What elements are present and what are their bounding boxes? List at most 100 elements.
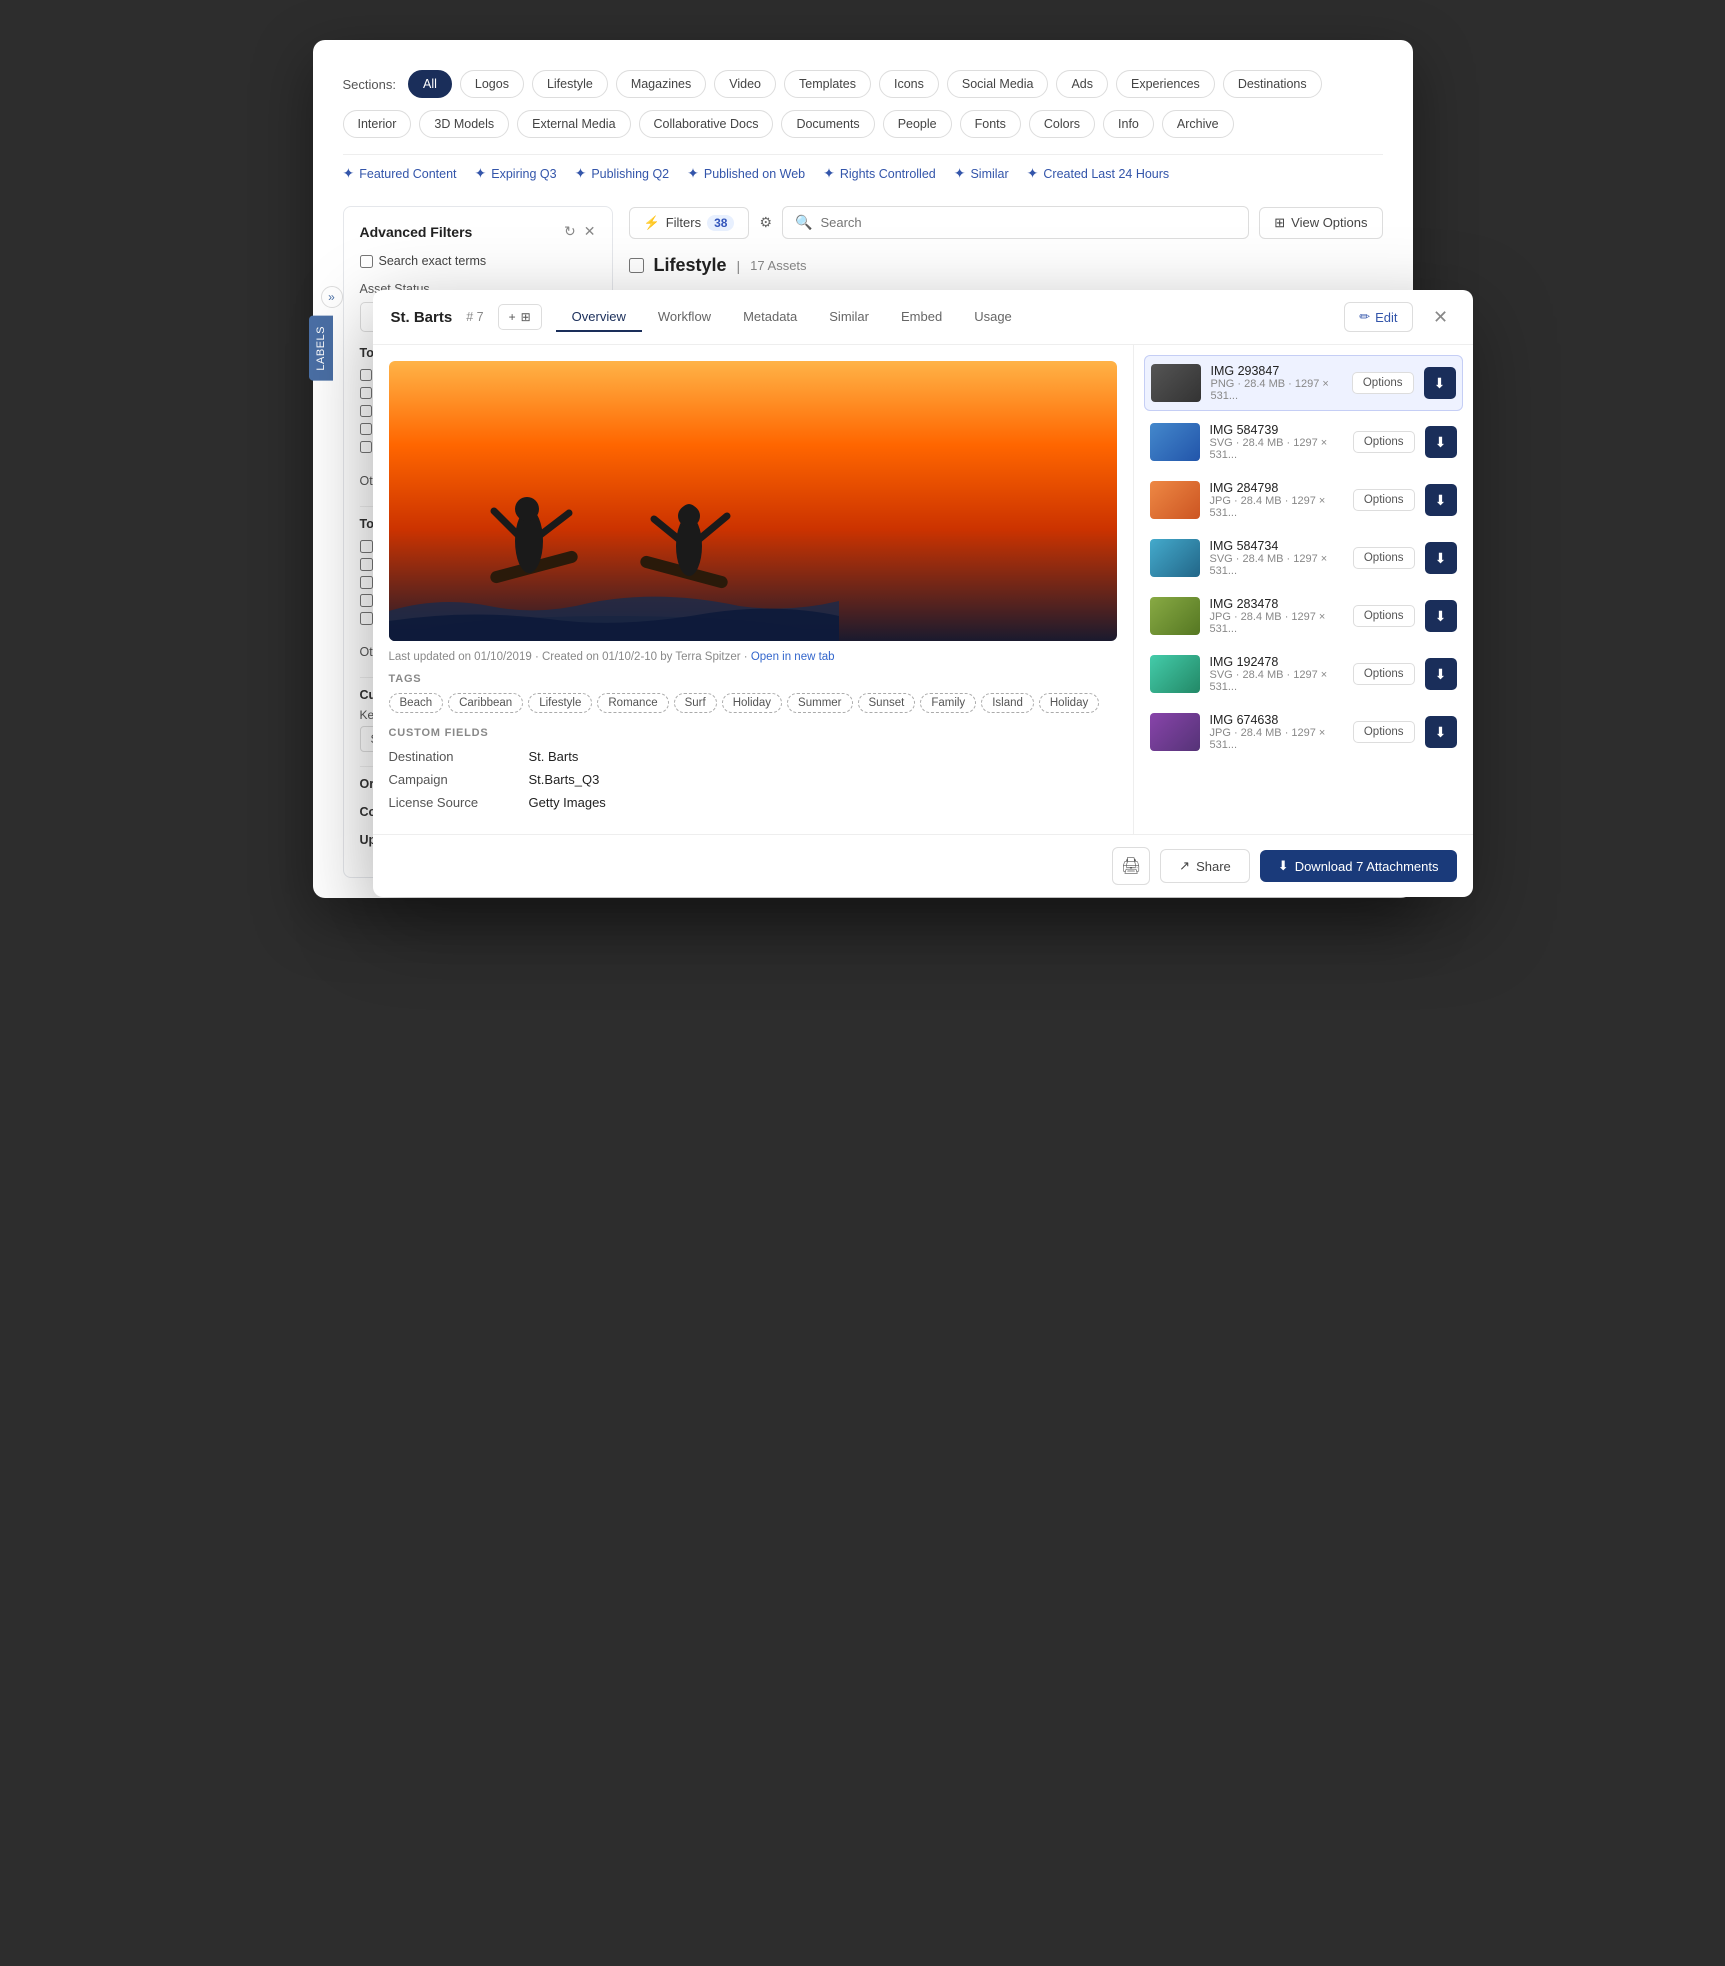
search-input[interactable] [820, 215, 1236, 230]
section-btn-icons[interactable]: Icons [879, 70, 939, 98]
footer-print-button[interactable]: 🖨 [1112, 847, 1150, 885]
quick-filter-similar[interactable]: ✦Similar [954, 165, 1009, 182]
file-options-btn-4[interactable]: Options [1353, 605, 1415, 627]
section-btn-3d_models[interactable]: 3D Models [419, 110, 509, 138]
modal-tab-overview[interactable]: Overview [556, 303, 642, 332]
exact-terms-checkbox[interactable] [360, 255, 373, 268]
quick-filter-expiring[interactable]: ✦Expiring Q3 [475, 165, 557, 182]
labels-tab[interactable]: LABELS [309, 316, 333, 381]
file-options-btn-3[interactable]: Options [1353, 547, 1415, 569]
file-item-3[interactable]: IMG 584734 SVG · 28.4 MB · 1297 × 531...… [1144, 531, 1463, 585]
modal-tag-0[interactable]: Beach [389, 693, 444, 713]
modal-tag-6[interactable]: Summer [787, 693, 852, 713]
section-btn-ads[interactable]: Ads [1056, 70, 1108, 98]
modal-tab-embed[interactable]: Embed [885, 303, 958, 332]
section-btn-video[interactable]: Video [714, 70, 776, 98]
collapse-panel-arrow[interactable]: » [321, 286, 343, 308]
quick-filter-rights[interactable]: ✦Rights Controlled [823, 165, 936, 182]
file-download-btn-5[interactable]: ⬇ [1425, 658, 1457, 690]
section-btn-documents[interactable]: Documents [781, 110, 874, 138]
modal-add-button[interactable]: + ⊞ [498, 304, 542, 330]
modal-close-button[interactable]: ✕ [1427, 303, 1455, 331]
share-icon: ↗ [1179, 858, 1190, 874]
file-options-btn-5[interactable]: Options [1353, 663, 1415, 685]
tag-checkbox-left-0[interactable] [360, 369, 372, 381]
file-thumb-2 [1150, 481, 1200, 519]
section-btn-magazines[interactable]: Magazines [616, 70, 706, 98]
file-name-5: IMG 192478 [1210, 655, 1343, 669]
section-btn-colors[interactable]: Colors [1029, 110, 1095, 138]
modal-tag-2[interactable]: Lifestyle [528, 693, 592, 713]
tag-checkbox-left-2[interactable] [360, 405, 372, 417]
section-btn-destinations[interactable]: Destinations [1223, 70, 1322, 98]
modal-tab-usage[interactable]: Usage [958, 303, 1028, 332]
section-btn-interior[interactable]: Interior [343, 110, 412, 138]
file-options-btn-1[interactable]: Options [1353, 431, 1415, 453]
file-options-btn-2[interactable]: Options [1353, 489, 1415, 511]
file-item-2[interactable]: IMG 284798 JPG · 28.4 MB · 1297 × 531...… [1144, 473, 1463, 527]
footer-download-button[interactable]: ⬇ Download 7 Attachments [1260, 850, 1457, 882]
section-btn-info[interactable]: Info [1103, 110, 1154, 138]
modal-tab-workflow[interactable]: Workflow [642, 303, 727, 332]
filetype-checkbox-png[interactable] [360, 558, 373, 571]
modal-tag-10[interactable]: Holiday [1039, 693, 1099, 713]
modal-tag-3[interactable]: Romance [597, 693, 668, 713]
file-item-1[interactable]: IMG 584739 SVG · 28.4 MB · 1297 × 531...… [1144, 415, 1463, 469]
section-btn-collaborative_docs[interactable]: Collaborative Docs [639, 110, 774, 138]
file-item-0[interactable]: IMG 293847 PNG · 28.4 MB · 1297 × 531...… [1144, 355, 1463, 411]
tag-checkbox-left-1[interactable] [360, 387, 372, 399]
filters-close-icon[interactable]: ✕ [584, 223, 596, 240]
footer-share-button[interactable]: ↗ Share [1160, 849, 1250, 883]
modal-tab-similar[interactable]: Similar [813, 303, 885, 332]
file-meta-6: JPG · 28.4 MB · 1297 × 531... [1210, 727, 1343, 751]
file-thumb-6 [1150, 713, 1200, 751]
quick-filter-published_web[interactable]: ✦Published on Web [687, 165, 805, 182]
file-download-btn-1[interactable]: ⬇ [1425, 426, 1457, 458]
section-btn-experiences[interactable]: Experiences [1116, 70, 1215, 98]
section-btn-fonts[interactable]: Fonts [960, 110, 1021, 138]
modal-tag-1[interactable]: Caribbean [448, 693, 523, 713]
modal-tag-9[interactable]: Island [981, 693, 1034, 713]
file-download-btn-0[interactable]: ⬇ [1424, 367, 1456, 399]
filters-refresh-icon[interactable]: ↻ [564, 223, 576, 240]
modal-tag-5[interactable]: Holiday [722, 693, 782, 713]
file-download-btn-6[interactable]: ⬇ [1425, 716, 1457, 748]
file-options-btn-0[interactable]: Options [1352, 372, 1414, 394]
filetype-checkbox-pdf[interactable] [360, 576, 373, 589]
open-in-new-tab-link[interactable]: Open in new tab [751, 651, 835, 663]
file-download-btn-4[interactable]: ⬇ [1425, 600, 1457, 632]
modal-tag-8[interactable]: Family [920, 693, 976, 713]
lifestyle-section-checkbox[interactable] [629, 258, 644, 273]
section-btn-archive[interactable]: Archive [1162, 110, 1234, 138]
file-download-btn-2[interactable]: ⬇ [1425, 484, 1457, 516]
section-btn-people[interactable]: People [883, 110, 952, 138]
file-item-4[interactable]: IMG 283478 JPG · 28.4 MB · 1297 × 531...… [1144, 589, 1463, 643]
modal-tag-7[interactable]: Sunset [858, 693, 916, 713]
tag-checkbox-left-4[interactable] [360, 441, 372, 453]
file-meta-5: SVG · 28.4 MB · 1297 × 531... [1210, 669, 1343, 693]
file-item-5[interactable]: IMG 192478 SVG · 28.4 MB · 1297 × 531...… [1144, 647, 1463, 701]
filetype-checkbox-eps[interactable] [360, 594, 373, 607]
file-options-btn-6[interactable]: Options [1353, 721, 1415, 743]
file-download-btn-3[interactable]: ⬇ [1425, 542, 1457, 574]
file-name-4: IMG 283478 [1210, 597, 1343, 611]
file-item-6[interactable]: IMG 674638 JPG · 28.4 MB · 1297 × 531...… [1144, 705, 1463, 759]
tag-checkbox-left-3[interactable] [360, 423, 372, 435]
filters-button[interactable]: ⚡ Filters 38 [629, 207, 750, 239]
filetype-checkbox-svg[interactable] [360, 612, 373, 625]
quick-filter-publishing[interactable]: ✦Publishing Q2 [575, 165, 670, 182]
modal-edit-button[interactable]: ✏ Edit [1344, 302, 1412, 332]
section-btn-all[interactable]: All [408, 70, 452, 98]
quick-filter-featured[interactable]: ✦Featured Content [343, 165, 457, 182]
view-options-button[interactable]: ⊞ View Options [1259, 207, 1382, 239]
modal-tab-metadata[interactable]: Metadata [727, 303, 813, 332]
sections-label: Sections: [343, 77, 396, 92]
quick-filter-created_24h[interactable]: ✦Created Last 24 Hours [1027, 165, 1170, 182]
section-btn-templates[interactable]: Templates [784, 70, 871, 98]
section-btn-lifestyle[interactable]: Lifestyle [532, 70, 608, 98]
section-btn-logos[interactable]: Logos [460, 70, 524, 98]
modal-tag-4[interactable]: Surf [674, 693, 717, 713]
filetype-checkbox-jpg[interactable] [360, 540, 373, 553]
section-btn-social_media[interactable]: Social Media [947, 70, 1049, 98]
section-btn-external_media[interactable]: External Media [517, 110, 630, 138]
